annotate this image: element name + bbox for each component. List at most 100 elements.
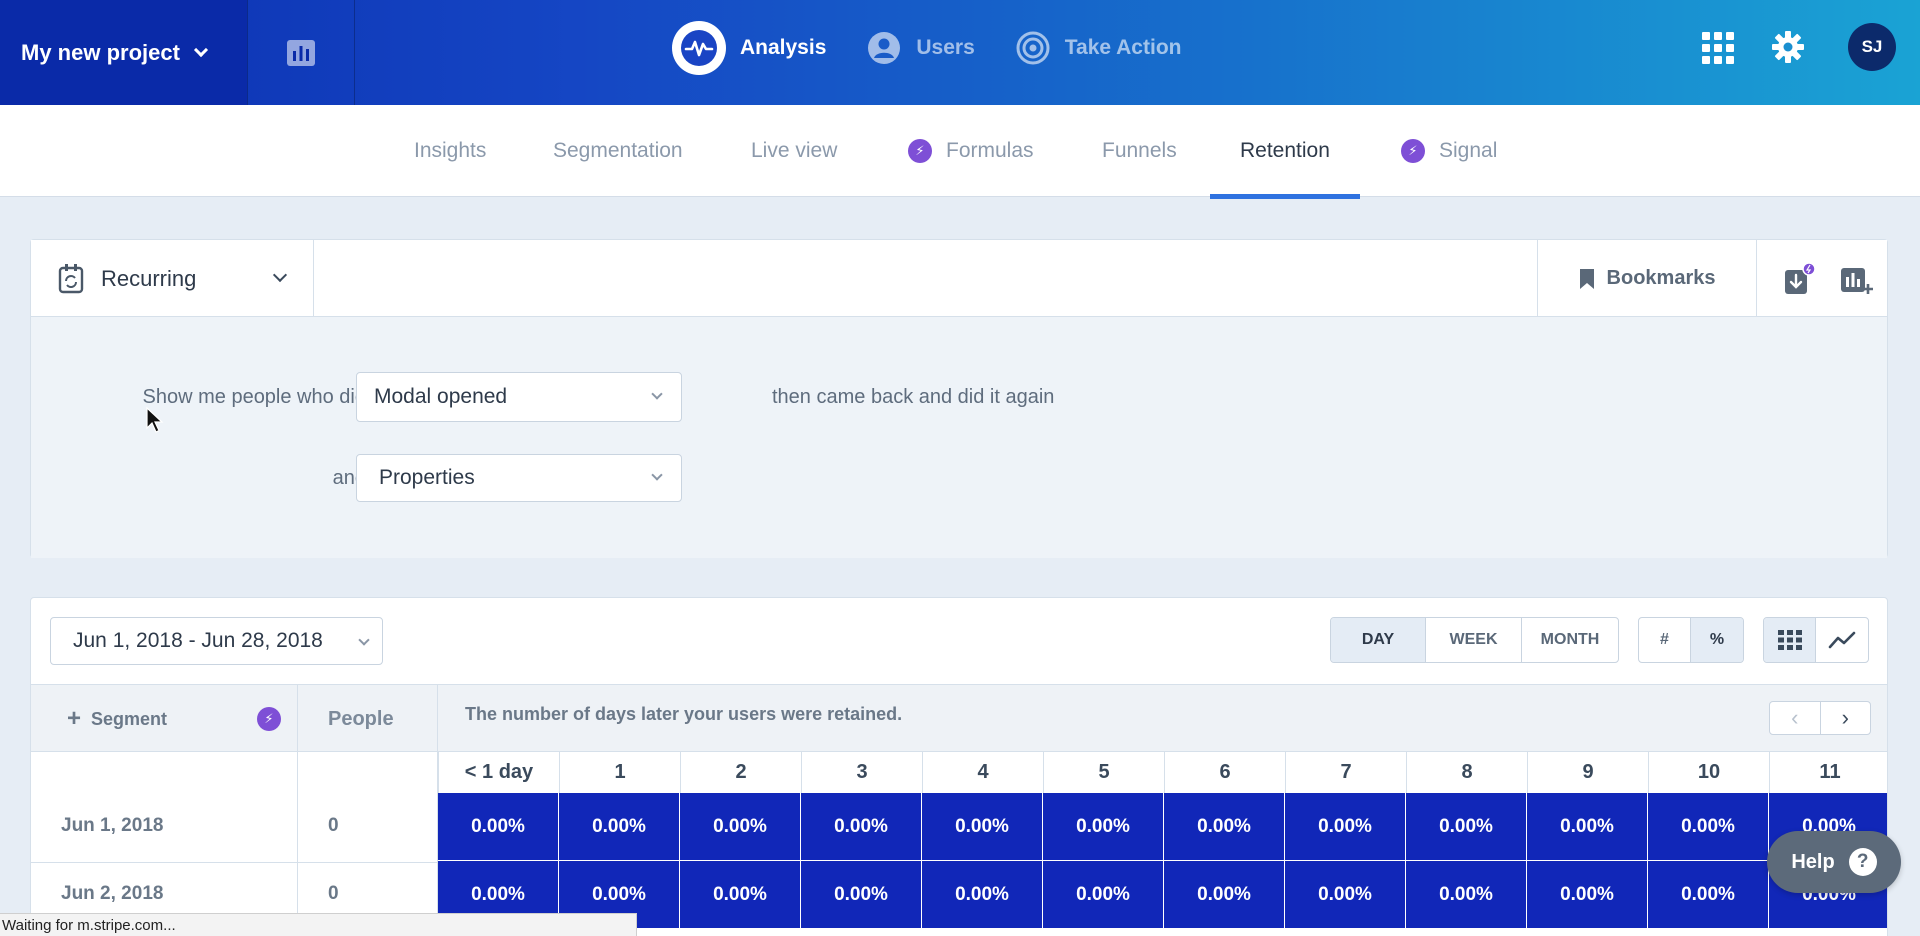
retention-cell[interactable]: 0.00% — [1406, 793, 1527, 861]
tab-live-view[interactable]: Live view — [751, 105, 837, 197]
tab-funnels[interactable]: Funnels — [1102, 105, 1177, 197]
day-column-header: 2 — [680, 752, 801, 793]
retention-cell[interactable]: 0.00% — [922, 793, 1043, 861]
retained-caption: The number of days later your users were… — [465, 704, 903, 724]
chevron-down-icon — [651, 469, 663, 481]
grid-view-icon — [1777, 630, 1802, 650]
retention-cell[interactable]: 0.00% — [1043, 861, 1164, 929]
day-column-header: 9 — [1527, 752, 1648, 793]
dashboards-button[interactable] — [247, 0, 355, 105]
nav-users[interactable]: Users — [866, 30, 975, 66]
retention-table-header: + Segment ⚡ People The number of days la… — [31, 684, 1887, 753]
bookmark-icon — [1579, 268, 1594, 289]
add-segment-button[interactable]: + Segment ⚡ — [31, 685, 298, 753]
retention-cell[interactable]: 0.00% — [922, 861, 1043, 929]
retention-cell[interactable]: 0.00% — [801, 793, 922, 861]
retention-cell[interactable]: 0.00% — [1527, 861, 1648, 929]
retention-cell[interactable]: 0.00% — [1043, 793, 1164, 861]
segment-column: Jun 1, 2018 Jun 2, 2018 — [31, 752, 298, 936]
retention-cell[interactable]: 0.00% — [1648, 861, 1769, 929]
tab-formulas[interactable]: ⚡ Formulas — [908, 105, 1034, 197]
retention-cell[interactable]: 0.00% — [680, 861, 801, 929]
project-name: My new project — [21, 39, 180, 65]
pager-prev-button[interactable]: ‹ — [1770, 702, 1821, 734]
tab-insights[interactable]: Insights — [414, 105, 486, 197]
retention-cell[interactable]: 0.00% — [1285, 861, 1406, 929]
avatar[interactable]: SJ — [1848, 23, 1896, 71]
analysis-subnav: Insights Segmentation Live view ⚡ Formul… — [0, 105, 1920, 199]
properties-select[interactable]: Properties — [356, 454, 682, 502]
line-view-button[interactable] — [1816, 618, 1868, 662]
table-view-button[interactable] — [1764, 618, 1816, 662]
help-button[interactable]: Help ? — [1767, 831, 1901, 893]
day-column-header: 8 — [1406, 752, 1527, 793]
gear-icon[interactable] — [1771, 30, 1805, 69]
retention-cell[interactable]: 0.00% — [559, 793, 680, 861]
analysis-icon — [672, 21, 726, 75]
retention-cell[interactable]: 0.00% — [1406, 861, 1527, 929]
browser-status-bar: Waiting for m.stripe.com... — [0, 913, 637, 936]
pager-next-button[interactable]: › — [1821, 702, 1871, 734]
retention-type-label: Recurring — [101, 265, 197, 291]
plus-icon: + — [67, 705, 82, 732]
row-date: Jun 2, 2018 — [61, 883, 164, 904]
chevron-down-icon — [651, 388, 663, 400]
tab-signal[interactable]: ⚡ Signal — [1401, 105, 1497, 197]
unit-count-button[interactable]: # — [1639, 618, 1691, 662]
add-to-dashboard-button[interactable] — [1839, 262, 1873, 301]
bar-chart-icon — [287, 39, 315, 66]
project-switcher[interactable]: My new project — [0, 0, 247, 105]
export-button[interactable] — [1783, 262, 1817, 301]
retention-cell[interactable]: 0.00% — [1648, 793, 1769, 861]
tab-segmentation[interactable]: Segmentation — [553, 105, 683, 197]
main-nav: Analysis Users Take Action — [672, 20, 1181, 76]
show-me-label: Show me people who did — [142, 386, 366, 408]
add-chart-icon — [1841, 268, 1873, 294]
period-month-button[interactable]: MONTH — [1522, 618, 1618, 662]
date-range-value: Jun 1, 2018 - Jun 28, 2018 — [73, 629, 323, 652]
nav-analysis[interactable]: Analysis — [672, 21, 826, 75]
tab-live-view-label: Live view — [751, 139, 838, 162]
query-builder-panel: Recurring Bookmarks Show me people who d… — [30, 239, 1888, 558]
retention-cell[interactable]: 0.00% — [1164, 793, 1285, 861]
bookmarks-label: Bookmarks — [1606, 267, 1716, 289]
tab-retention[interactable]: Retention — [1210, 105, 1360, 199]
recurring-icon — [58, 263, 84, 293]
retention-cell[interactable]: 0.00% — [680, 793, 801, 861]
apps-grid-icon[interactable] — [1702, 32, 1734, 64]
target-icon — [1015, 30, 1051, 66]
row-date: Jun 1, 2018 — [61, 815, 164, 836]
tab-formulas-label: Formulas — [946, 139, 1034, 162]
help-label: Help — [1791, 850, 1835, 873]
unit-percent-button[interactable]: % — [1691, 618, 1743, 662]
nav-take-action-label: Take Action — [1064, 36, 1182, 59]
line-chart-icon — [1828, 631, 1856, 649]
period-day-button[interactable]: DAY — [1331, 618, 1426, 662]
date-range-picker[interactable]: Jun 1, 2018 - Jun 28, 2018 — [50, 617, 383, 665]
day-column-header: 11 — [1769, 752, 1887, 793]
day-column-header: 4 — [922, 752, 1043, 793]
tab-segmentation-label: Segmentation — [553, 139, 683, 162]
bookmarks-button[interactable]: Bookmarks — [1537, 240, 1757, 317]
query-body: Show me people who did Modal opened then… — [31, 317, 1887, 558]
retention-cell[interactable]: 0.00% — [438, 793, 559, 861]
day-column-header: 7 — [1285, 752, 1406, 793]
unit-toggle: # % — [1638, 617, 1744, 663]
event-select[interactable]: Modal opened — [356, 372, 682, 422]
table-row: 0.00% 0.00% 0.00% 0.00% 0.00% 0.00% 0.00% 0.00%… — [438, 861, 1887, 929]
retention-cell[interactable]: 0.00% — [1285, 793, 1406, 861]
retention-results-panel: Jun 1, 2018 - Jun 28, 2018 DAY WEEK MONT… — [30, 597, 1888, 936]
column-pager: ‹ › — [1769, 701, 1871, 735]
nav-take-action[interactable]: Take Action — [1015, 30, 1182, 66]
retention-type-dropdown[interactable]: Recurring — [31, 240, 314, 317]
top-bar: My new project Analysis Users Take Actio… — [0, 0, 1920, 105]
lightning-bolt-icon: ⚡ — [257, 707, 281, 731]
and-label: and — [332, 467, 366, 489]
retention-cell[interactable]: 0.00% — [1164, 861, 1285, 929]
table-row: 0.00% 0.00% 0.00% 0.00% 0.00% 0.00% 0.00% 0.00%… — [438, 793, 1887, 861]
period-toggle: DAY WEEK MONTH — [1330, 617, 1619, 663]
retention-cell[interactable]: 0.00% — [801, 861, 922, 929]
retention-cell[interactable]: 0.00% — [1527, 793, 1648, 861]
period-week-button[interactable]: WEEK — [1426, 618, 1522, 662]
people-column-header: People — [298, 685, 438, 753]
